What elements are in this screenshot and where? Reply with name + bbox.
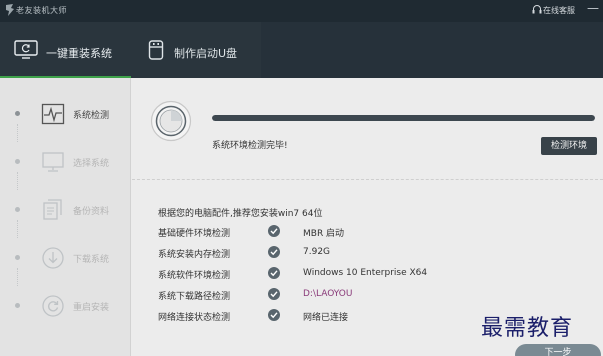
minimize-button[interactable]: —	[586, 2, 600, 16]
tab-label: 一键重装系统	[46, 47, 112, 60]
check-row-software: 系统软件环境检测 Windows 10 Enterprise X64	[158, 267, 578, 288]
step-system-check: 系统检测	[0, 94, 131, 134]
tab-make-boot-usb[interactable]: 制作启动U盘	[131, 22, 261, 78]
check-value: MBR 启动	[303, 229, 345, 239]
tab-one-click-reinstall[interactable]: 一键重装系统	[0, 22, 131, 78]
check-passed-icon	[268, 267, 280, 279]
detection-progress-fill	[212, 115, 595, 121]
check-passed-icon	[268, 225, 280, 237]
documents-icon	[43, 199, 62, 220]
monitor-icon	[42, 152, 64, 172]
step-dot	[15, 207, 20, 212]
online-service-link[interactable]: 在线客服	[543, 5, 575, 16]
watermark-text: 最需教育	[481, 316, 574, 341]
check-passed-icon	[268, 309, 280, 321]
app-title: 老友装机大师	[16, 6, 67, 15]
check-row-download-path: 系统下载路径检测 D:\LAOYOU	[158, 288, 578, 309]
next-step-button[interactable]: 下一步	[515, 344, 601, 356]
title-bar: 老友装机大师 在线客服 —	[0, 0, 603, 22]
tab-bar-filler	[261, 22, 603, 78]
recommendation-text: 根据您的电脑配件,推荐您安装win7 64位	[158, 209, 323, 219]
check-label: 基础硬件环境检测	[158, 229, 231, 239]
usb-drive-icon	[148, 40, 164, 60]
download-path-link[interactable]: D:\LAOYOU	[303, 289, 352, 299]
step-select-system: 选择系统	[0, 142, 131, 182]
step-label: 重启安装	[73, 303, 110, 313]
step-dot	[15, 159, 20, 164]
step-dot	[15, 255, 20, 260]
monitor-refresh-icon	[14, 40, 38, 59]
check-passed-icon	[268, 288, 280, 300]
step-dot	[15, 111, 20, 116]
check-value: Windows 10 Enterprise X64	[303, 268, 428, 278]
check-label: 系统下载路径检测	[158, 292, 231, 302]
main-tab-bar: 一键重装系统 制作启动U盘	[0, 22, 603, 78]
scan-spinner-icon	[150, 100, 192, 142]
restart-icon	[42, 295, 64, 317]
headset-icon[interactable]	[532, 4, 542, 16]
check-passed-icon	[268, 246, 280, 258]
section-divider	[132, 179, 603, 180]
check-label: 网络连接状态检测	[158, 313, 231, 323]
step-label: 下载系统	[73, 255, 110, 265]
step-label: 选择系统	[73, 159, 110, 169]
check-label: 系统软件环境检测	[158, 271, 231, 281]
step-label: 系统检测	[73, 111, 110, 121]
detect-environment-button[interactable]: 检测环境	[541, 137, 597, 155]
heartbeat-monitor-icon	[41, 103, 65, 125]
check-label: 系统安装内存检测	[158, 250, 231, 260]
app-logo-icon	[6, 4, 14, 16]
step-dot	[15, 303, 20, 308]
tab-label: 制作启动U盘	[174, 47, 238, 60]
check-row-hardware: 基础硬件环境检测 MBR 启动	[158, 225, 578, 246]
step-download-system: 下载系统	[0, 238, 131, 278]
step-sidebar: 系统检测 选择系统 备份资料 下载系统 重启安装	[0, 78, 131, 356]
check-row-memory: 系统安装内存检测 7.92G	[158, 246, 578, 267]
step-label: 备份资料	[73, 207, 110, 217]
detection-progress-bar	[212, 115, 595, 121]
download-icon	[42, 247, 64, 269]
check-value: 7.92G	[303, 247, 331, 257]
step-backup-data: 备份资料	[0, 190, 131, 230]
detection-status-text: 系统环境检测完毕!	[212, 141, 288, 151]
step-restart-install: 重启安装	[0, 286, 131, 326]
check-value: 网络已连接	[303, 313, 349, 323]
